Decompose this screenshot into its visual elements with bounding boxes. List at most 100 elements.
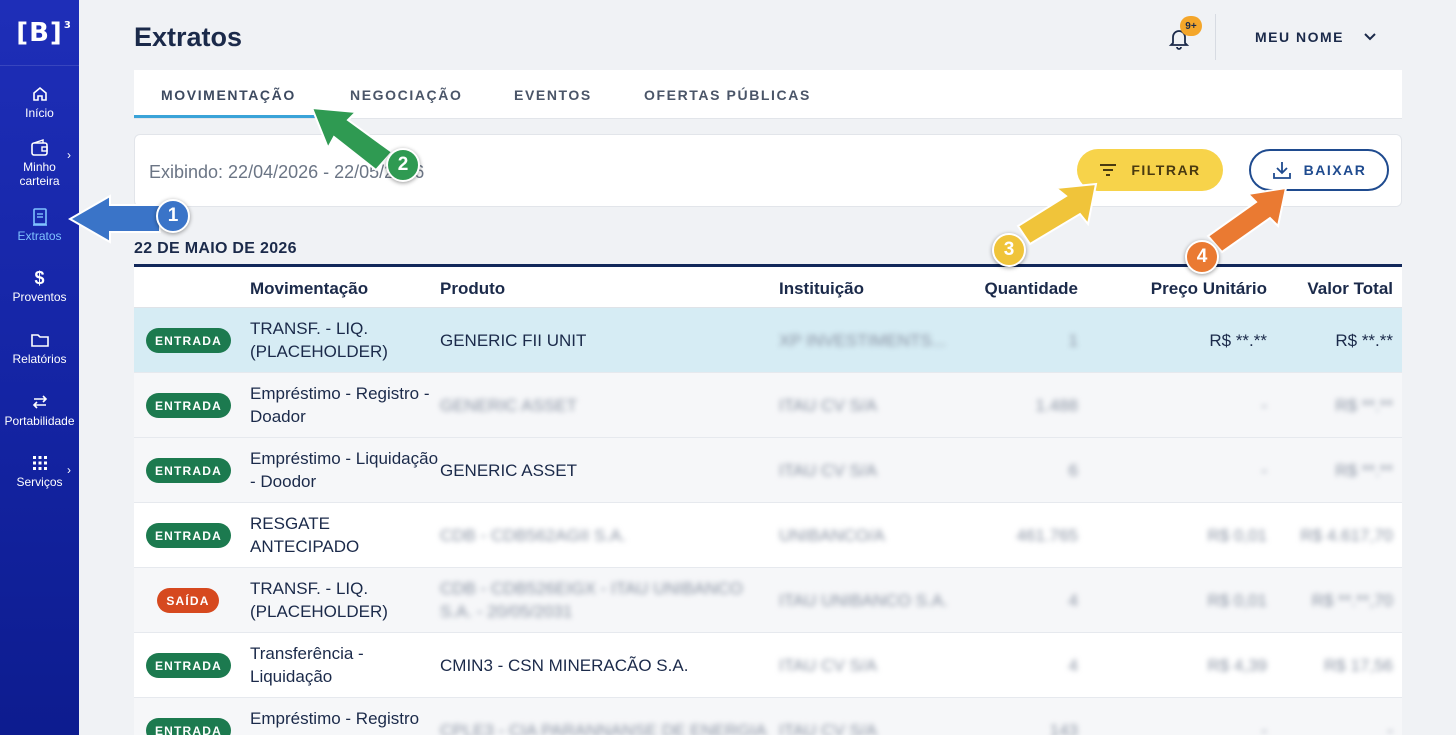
- b3-logo[interactable]: [B] 3: [0, 0, 79, 66]
- unit-price-cell: R$ **.**: [1209, 331, 1267, 350]
- status-badge: ENTRADA: [146, 328, 231, 353]
- movement-cell: RESGATE ANTECIPADO: [250, 514, 360, 556]
- header-divider: [1215, 14, 1216, 60]
- download-button-label: BAIXAR: [1303, 162, 1367, 178]
- unit-price-cell: -: [1261, 396, 1267, 415]
- filter-button[interactable]: FILTRAR: [1077, 149, 1223, 191]
- sidebar-item-extratos[interactable]: Extratos: [0, 207, 79, 243]
- product-cell: CMIN3 - CSN MINERACÃO S.A.: [440, 656, 689, 675]
- product-cell: GENERIC FII UNIT: [440, 331, 587, 350]
- column-header: Movimentação: [250, 279, 369, 298]
- institution-cell: UNIBANCO/A: [779, 526, 885, 545]
- tab-movimentacao[interactable]: MOVIMENTAÇÃO: [161, 87, 296, 103]
- filter-bar: Exibindo: 22/04/2026 - 22/05/2026 FILTRA…: [134, 134, 1402, 207]
- sidebar-item-label: Proventos: [12, 290, 67, 304]
- total-value-cell: R$ 17,56: [1324, 656, 1393, 675]
- institution-cell: ITAU UNIBANCO S.A.: [779, 591, 948, 610]
- table-row[interactable]: SAÍDA TRANSF. - LIQ. (PLACEHOLDER) CDB -…: [134, 568, 1402, 633]
- tab-eventos[interactable]: EVENTOS: [514, 87, 592, 103]
- total-value-cell: R$ **.**: [1335, 331, 1393, 350]
- grid-icon: [32, 456, 47, 470]
- column-header: Preço Unitário: [1150, 279, 1267, 298]
- column-header: Valor Total: [1307, 279, 1393, 298]
- sidebar-item-label: Início: [25, 106, 54, 120]
- logo-text: [B]: [16, 17, 63, 48]
- annotation-badge-1: 1: [156, 199, 190, 233]
- quantity-cell: 1.488: [1035, 396, 1078, 415]
- unit-price-cell: -: [1261, 721, 1267, 735]
- unit-price-cell: R$ 4,39: [1207, 656, 1267, 675]
- unit-price-cell: R$ 0,01: [1207, 591, 1267, 610]
- sidebar-item-label: Portabilidade: [4, 414, 75, 428]
- institution-cell: ITAU CV S/A: [779, 461, 877, 480]
- column-header: Instituição: [779, 279, 865, 298]
- tab-ofertas-publicas[interactable]: OFERTAS PÚBLICAS: [644, 87, 811, 103]
- movement-cell: Transferência - Liquidação: [250, 644, 364, 686]
- user-menu-button[interactable]: MEU NOME: [1255, 29, 1344, 45]
- sidebar-item-label: Minho carteira: [19, 160, 60, 188]
- table-row[interactable]: ENTRADA Empréstimo - Liquidação - Doodor…: [134, 438, 1402, 503]
- status-badge: SAÍDA: [157, 588, 219, 613]
- chevron-down-icon[interactable]: [1362, 28, 1378, 44]
- institution-cell: ITAU CV S/A: [779, 721, 877, 735]
- sidebar-item-inicio[interactable]: Início: [0, 84, 79, 120]
- institution-cell: XP INVESTIMENTS...: [779, 331, 946, 350]
- product-cell: CPLE3 - CIA PARANNANSE DE ENERGIA: [440, 721, 767, 735]
- table-header: Movimentação Produto Instituição Quantid…: [134, 267, 1402, 308]
- table-row[interactable]: ENTRADA RESGATE ANTECIPADO CDB - CDB562A…: [134, 503, 1402, 568]
- table-row[interactable]: ENTRADA Empréstimo - Registro CPLE3 - CI…: [134, 698, 1402, 735]
- tab-negociacao[interactable]: NEGOCIAÇÃO: [350, 87, 462, 103]
- institution-cell: ITAU CV S/A: [779, 396, 877, 415]
- status-badge: ENTRADA: [146, 393, 231, 418]
- product-cell: CDB - CDB562AGII S.A.: [440, 526, 627, 545]
- download-icon: [1272, 162, 1291, 179]
- status-badge: ENTRADA: [146, 523, 231, 548]
- status-badge: ENTRADA: [146, 653, 231, 678]
- filter-icon: [1100, 164, 1117, 176]
- chevron-right-icon: ›: [67, 463, 71, 477]
- date-range-text: Exibindo: 22/04/2026 - 22/05/2026: [149, 162, 425, 182]
- total-value-cell: R$ **.**: [1335, 396, 1393, 415]
- quantity-cell: 6: [1068, 461, 1078, 480]
- status-badge: ENTRADA: [146, 458, 231, 483]
- sidebar-item-carteira[interactable]: Minho carteira ›: [0, 138, 79, 188]
- movement-cell: Empréstimo - Registro - Doador: [250, 384, 430, 426]
- statement-icon: [32, 208, 47, 226]
- product-cell: CDB - CDB526EIGX - ITAU UNIBANCO S.A. - …: [440, 579, 743, 621]
- movement-cell: TRANSF. - LIQ. (PLACEHOLDER): [250, 579, 388, 621]
- table-row[interactable]: ENTRADA TRANSF. - LIQ. (PLACEHOLDER) GEN…: [134, 308, 1402, 373]
- sidebar-item-label: Serviços: [16, 475, 63, 489]
- transfer-arrows-icon: [32, 395, 47, 409]
- annotation-badge-2: 2: [386, 148, 420, 182]
- table-row[interactable]: ENTRADA Empréstimo - Registro - Doador G…: [134, 373, 1402, 438]
- sidebar-item-servicos[interactable]: Serviços ›: [0, 453, 79, 489]
- movement-cell: TRANSF. - LIQ. (PLACEHOLDER): [250, 319, 388, 361]
- sidebar: [B] 3 Início Minho carteira › Extratos $ …: [0, 0, 79, 735]
- total-value-cell: R$ 4.617,70: [1300, 526, 1393, 545]
- wallet-icon: [30, 139, 48, 156]
- total-value-cell: -: [1387, 721, 1393, 735]
- sidebar-item-proventos[interactable]: $ Proventos: [0, 268, 79, 304]
- table-row[interactable]: ENTRADA Transferência - Liquidação CMIN3…: [134, 633, 1402, 698]
- sidebar-item-portabilidade[interactable]: Portabilidade: [0, 392, 79, 428]
- annotation-badge-4: 4: [1185, 240, 1219, 274]
- status-badge: ENTRADA: [146, 718, 231, 735]
- download-button[interactable]: BAIXAR: [1249, 149, 1389, 191]
- sidebar-item-label: Extratos: [17, 229, 62, 243]
- unit-price-cell: R$ 0,01: [1207, 526, 1267, 545]
- movement-cell: Empréstimo - Liquidação - Doodor: [250, 449, 439, 491]
- tab-bar: MOVIMENTAÇÃO NEGOCIAÇÃO EVENTOS OFERTAS …: [134, 70, 1402, 119]
- sidebar-item-label: Relatórios: [12, 352, 67, 366]
- folder-icon: [30, 334, 49, 347]
- product-cell: GENERIC ASSET: [440, 396, 577, 415]
- home-icon: [32, 86, 47, 101]
- column-header: Produto: [440, 279, 506, 298]
- quantity-cell: 4: [1068, 591, 1078, 610]
- total-value-cell: R$ **.**,70: [1311, 591, 1393, 610]
- sidebar-item-relatorios[interactable]: Relatórios: [0, 330, 79, 366]
- filter-button-label: FILTRAR: [1131, 162, 1201, 178]
- date-group-heading: 22 DE MAIO DE 2026: [134, 240, 297, 257]
- unit-price-cell: -: [1261, 461, 1267, 480]
- product-cell: GENERIC ASSET: [440, 461, 577, 480]
- statement-table: Movimentação Produto Instituição Quantid…: [134, 267, 1402, 735]
